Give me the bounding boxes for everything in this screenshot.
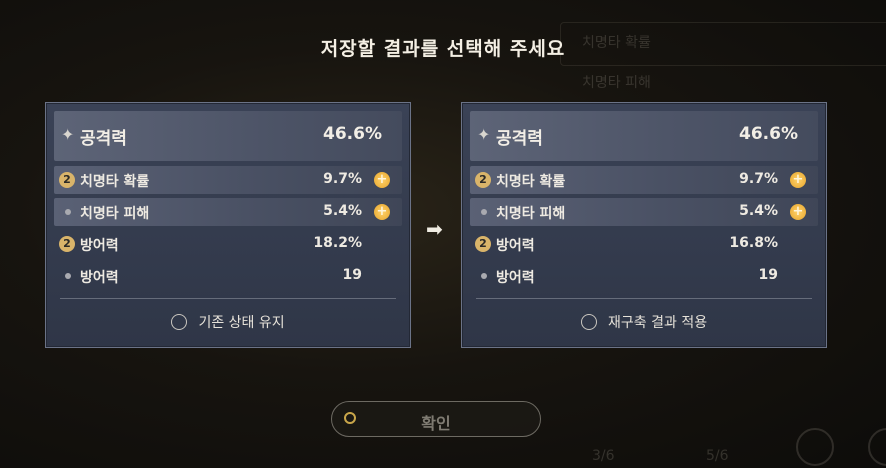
confirm-button[interactable]: 확인	[331, 401, 541, 437]
boost-plus-icon: +	[790, 204, 806, 220]
sub-stat-name: 치명타 확률	[496, 174, 566, 190]
bullet-icon	[65, 273, 71, 279]
bullet-icon	[65, 209, 71, 215]
upgrade-count-badge: 2	[475, 172, 491, 188]
sub-stat-value: 9.7%	[739, 171, 778, 187]
sparkle-icon: ✦	[61, 125, 75, 144]
sub-stat-row: 2 방어력 16.8%	[470, 230, 818, 258]
upgrade-count-badge: 2	[59, 236, 75, 252]
main-stat-value: 46.6%	[323, 124, 382, 144]
divider	[476, 298, 812, 299]
sub-stat-value: 19	[342, 267, 362, 283]
sub-stat-value: 5.4%	[323, 203, 362, 219]
arrow-right-icon: ➡	[426, 217, 443, 241]
sub-stat-value: 9.7%	[323, 171, 362, 187]
keep-current-option[interactable]: 기존 상태 유지	[46, 311, 410, 333]
boost-plus-icon: +	[374, 204, 390, 220]
apply-reroll-option[interactable]: 재구축 결과 적용	[462, 311, 826, 333]
main-stat-row: ✦ 공격력 46.6%	[54, 111, 402, 161]
sub-stat-value: 18.2%	[313, 235, 362, 251]
sub-stat-name: 치명타 피해	[80, 206, 150, 222]
sub-stat-name: 치명타 확률	[80, 174, 150, 190]
sub-stat-row: 치명타 피해 5.4% +	[470, 198, 818, 226]
ghost-node-icon	[868, 428, 886, 466]
ghost-counter: 3/6	[592, 448, 615, 464]
main-stat-name: 공격력	[496, 129, 543, 149]
sub-stat-name: 방어력	[496, 270, 535, 286]
sub-stat-value: 19	[758, 267, 778, 283]
sparkle-icon: ✦	[477, 125, 491, 144]
radio-button[interactable]	[171, 313, 188, 330]
sub-stat-name: 방어력	[80, 270, 119, 286]
option-label: 기존 상태 유지	[198, 314, 285, 331]
reroll-result-panel[interactable]: ✦ 공격력 46.6% 2 치명타 확률 9.7% + 치명타 피해 5.4% …	[461, 102, 827, 348]
upgrade-count-badge: 2	[475, 236, 491, 252]
page-title: 저장할 결과를 선택해 주세요	[320, 38, 566, 60]
main-stat-row: ✦ 공격력 46.6%	[470, 111, 818, 161]
sub-stat-row: 방어력 19	[470, 262, 818, 290]
sub-stat-row: 2 방어력 18.2%	[54, 230, 402, 258]
sub-stat-name: 방어력	[80, 238, 119, 254]
sub-stat-row: 2 치명타 확률 9.7% +	[470, 166, 818, 194]
sub-stat-value: 16.8%	[729, 235, 778, 251]
boost-plus-icon: +	[790, 172, 806, 188]
sub-stat-row: 치명타 피해 5.4% +	[54, 198, 402, 226]
ghost-node-icon	[796, 428, 834, 466]
sub-stat-name: 방어력	[496, 238, 535, 254]
main-stat-value: 46.6%	[739, 124, 798, 144]
main-stat-name: 공격력	[80, 129, 127, 149]
ghost-row-label: 치명타 피해	[582, 75, 651, 91]
bullet-icon	[481, 209, 487, 215]
divider	[60, 298, 396, 299]
boost-plus-icon: +	[374, 172, 390, 188]
bullet-icon	[481, 273, 487, 279]
sub-stat-row: 방어력 19	[54, 262, 402, 290]
sub-stat-name: 치명타 피해	[496, 206, 566, 222]
sub-stat-value: 5.4%	[739, 203, 778, 219]
option-label: 재구축 결과 적용	[608, 314, 708, 331]
upgrade-count-badge: 2	[59, 172, 75, 188]
sub-stat-row: 2 치명타 확률 9.7% +	[54, 166, 402, 194]
current-result-panel[interactable]: ✦ 공격력 46.6% 2 치명타 확률 9.7% + 치명타 피해 5.4% …	[45, 102, 411, 348]
ghost-counter: 5/6	[706, 448, 729, 464]
confirm-label: 확인	[421, 414, 451, 433]
radio-button[interactable]	[580, 313, 597, 330]
